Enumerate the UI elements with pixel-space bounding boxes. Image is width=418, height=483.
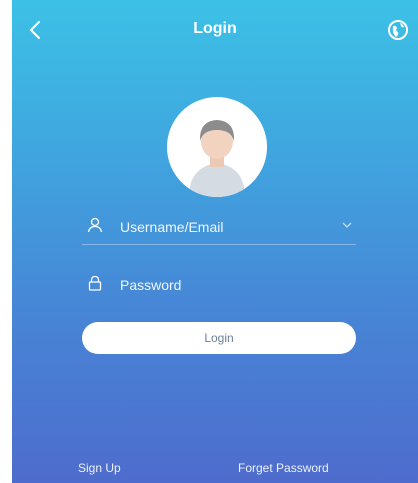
default-avatar-icon: [167, 97, 267, 197]
sign-up-link[interactable]: Sign Up: [78, 461, 121, 475]
page-title: Login: [193, 20, 237, 37]
username-placeholder: Username/Email: [120, 219, 224, 235]
login-button[interactable]: Login: [82, 322, 356, 354]
lock-icon: [88, 275, 102, 291]
password-placeholder: Password: [120, 277, 182, 293]
forgot-password-link[interactable]: Forget Password: [238, 461, 329, 475]
chevron-down-icon[interactable]: [342, 221, 352, 229]
globe-icon: [388, 20, 408, 40]
password-field[interactable]: Password: [82, 266, 356, 302]
avatar[interactable]: [167, 97, 267, 197]
language-button[interactable]: [386, 18, 410, 42]
user-icon: [87, 217, 103, 233]
username-field[interactable]: Username/Email: [82, 208, 356, 245]
login-screen: Login Username/Email Password Login Sign…: [12, 0, 418, 483]
